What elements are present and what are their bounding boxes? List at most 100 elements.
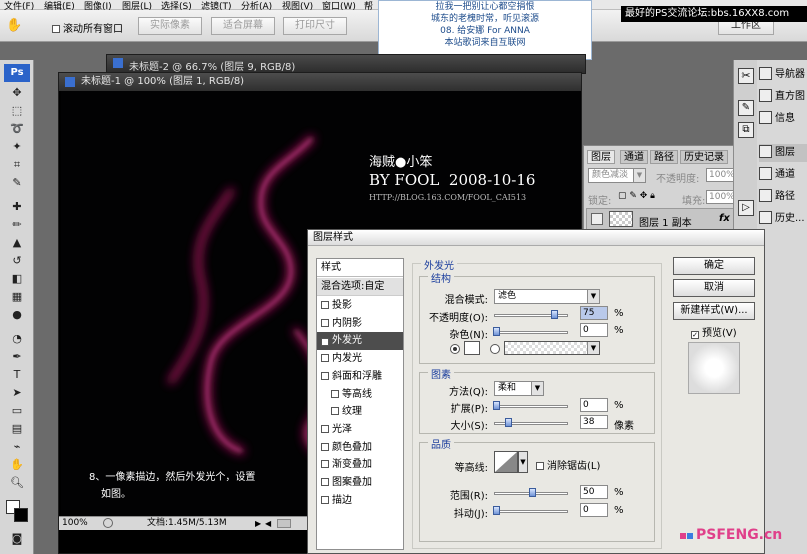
ok-button[interactable]: 确定 [673,257,755,275]
scroll-left-icon[interactable]: ◀ [265,517,271,530]
blur-tool-icon[interactable]: ● [9,308,25,322]
style-checkbox[interactable] [321,318,329,327]
background-color-swatch[interactable] [14,508,28,522]
opacity-slider-thumb[interactable] [551,310,558,319]
marquee-tool-icon[interactable]: ⬚ [9,104,25,118]
dialog-titlebar[interactable]: 图层样式 [308,230,764,246]
style-item[interactable]: 等高线 [317,386,403,404]
blend-mode-select[interactable]: 滤色 ▼ [494,289,600,304]
style-item[interactable]: 光泽 [317,421,403,439]
style-checkbox[interactable] [321,495,329,504]
quickmask-icon[interactable]: ◙ [9,532,25,546]
noise-slider-thumb[interactable] [493,327,500,336]
history-brush-icon[interactable]: ↺ [9,254,25,268]
range-slider[interactable] [494,488,568,497]
style-item[interactable]: 内阴影 [317,315,403,333]
style-checkbox[interactable] [321,478,329,486]
tools-icon[interactable]: ✂ [738,68,754,84]
panel-histogram[interactable]: 直方图 [759,88,807,106]
actual-pixels-button[interactable]: 实际像素 [138,17,202,35]
size-input[interactable]: 38 [580,415,608,429]
fill-input[interactable]: 100% [706,190,736,204]
tab-paths[interactable]: 路径 [650,150,678,164]
tab-channels[interactable]: 通道 [620,150,648,164]
brush-tool-icon[interactable]: ✏ [9,218,25,232]
style-checkbox[interactable] [321,371,329,380]
spread-input[interactable]: 0 [580,398,608,412]
opacity-input[interactable]: 75 [580,306,608,320]
style-item[interactable]: 描边 [317,492,403,510]
brush-preset-icon[interactable]: ✎ [738,100,754,116]
style-checkbox[interactable]: ✓ [321,338,329,347]
size-slider-thumb[interactable] [505,418,512,427]
status-icon[interactable] [103,518,113,528]
lock-icons[interactable]: ▢ ✎ ✥ 🔒︎ [618,191,655,201]
zoom-icon[interactable]: 🔍︎ [9,476,25,490]
magic-wand-tool-icon[interactable]: ✦ [9,140,25,154]
style-item[interactable]: 投影 [317,297,403,315]
status-arrow-icon[interactable]: ▶ [255,517,261,530]
spread-slider[interactable] [493,401,568,410]
style-checkbox[interactable] [321,354,329,363]
style-checkbox[interactable] [321,301,329,309]
jitter-slider-thumb[interactable] [493,506,500,515]
blending-options-item[interactable]: 混合选项:自定 [317,278,403,296]
opacity-slider[interactable] [494,310,568,319]
style-checkbox[interactable] [321,442,329,451]
style-item[interactable]: 内发光 [317,350,403,368]
glow-gradient-picker[interactable]: ▼ [504,341,600,355]
panel-navigator[interactable]: 导航器 [759,66,807,84]
notes-tool-icon[interactable]: ▤ [9,422,25,436]
scroll-all-option[interactable]: 滚动所有窗口 [52,20,123,35]
range-input[interactable]: 50 [580,485,608,499]
hand-tool-icon[interactable]: ✋ [6,18,22,33]
stamp-tool-icon[interactable]: ▲ [9,236,25,250]
gradient-radio[interactable] [490,344,500,354]
spread-slider-thumb[interactable] [493,401,500,410]
type-tool-icon[interactable]: T [9,368,25,382]
panel-channels[interactable]: 通道 [759,166,807,184]
contour-picker[interactable] [494,451,518,473]
doc1-titlebar[interactable]: 未标题-1 @ 100% (图层 1, RGB/8) [59,73,581,91]
move-tool-icon[interactable]: ✥ [9,86,25,100]
cancel-button[interactable]: 取消 [673,279,755,297]
jitter-slider[interactable] [493,506,568,515]
style-checkbox[interactable] [331,389,339,398]
style-item[interactable]: 纹理 [317,403,403,421]
preview-checkbox[interactable]: ✓ [691,331,699,339]
fit-screen-button[interactable]: 适合屏幕 [211,17,275,35]
style-item[interactable]: 图案叠加 [317,474,403,492]
chevron-down-icon[interactable]: ▼ [518,451,528,473]
jitter-input[interactable]: 0 [580,503,608,517]
glow-color-swatch[interactable] [464,341,480,355]
pen-tool-icon[interactable]: ✒ [9,350,25,364]
lasso-tool-icon[interactable]: ➰ [9,122,25,136]
style-item[interactable]: 渐变叠加 [317,456,403,474]
clone-source-icon[interactable]: ⧉ [738,122,754,138]
scroll-all-checkbox[interactable] [52,25,60,33]
method-select[interactable]: 柔和 ▼ [494,381,544,396]
healing-tool-icon[interactable]: ✚ [9,200,25,214]
document-window-2[interactable]: 未标题-2 @ 66.7% (图层 9, RGB/8) [106,54,586,74]
gradient-tool-icon[interactable]: ▦ [9,290,25,304]
layer-row[interactable]: 图层 1 副本 fx [586,208,750,230]
new-style-button[interactable]: 新建样式(W)... [673,302,755,320]
eyedropper-tool-icon[interactable]: ✎ [9,176,25,190]
color-radio[interactable] [450,344,460,354]
style-item[interactable]: ✓ 外发光 [317,332,403,351]
shape-tool-icon[interactable]: ▭ [9,404,25,418]
hand-icon[interactable]: ✋ [9,458,25,472]
panel-paths[interactable]: 路径 [759,188,807,206]
style-checkbox[interactable] [331,407,339,416]
style-checkbox[interactable] [321,460,329,469]
fx-icon[interactable]: fx [719,213,730,224]
panel-history[interactable]: 历史... [759,210,807,228]
print-size-button[interactable]: 打印尺寸 [283,17,347,35]
eyedropper2-icon[interactable]: ⌁ [9,440,25,454]
panel-info[interactable]: 信息 [759,110,807,128]
crop-tool-icon[interactable]: ⌗ [9,158,25,172]
layer-blend-mode[interactable]: 颜色减淡 ▼ [588,168,646,183]
noise-input[interactable]: 0 [580,323,608,337]
layer-opacity-input[interactable]: 100% [706,168,736,182]
eraser-tool-icon[interactable]: ◧ [9,272,25,286]
